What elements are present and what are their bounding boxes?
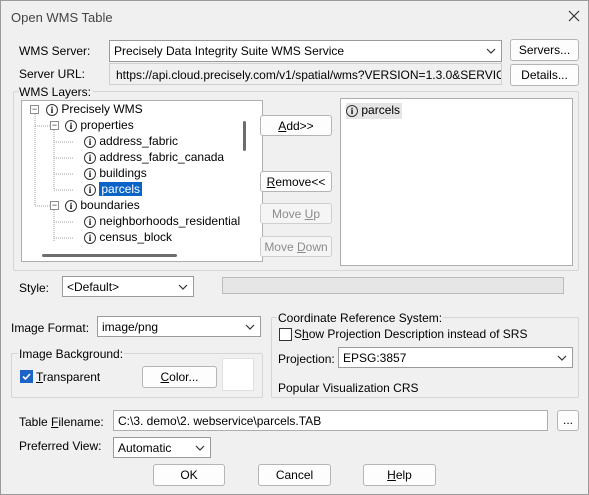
preferred-view-label: Preferred View: <box>19 439 102 453</box>
style-label: Style: <box>19 281 50 295</box>
browse-button[interactable]: ... <box>557 410 579 431</box>
info-icon: i <box>46 103 58 116</box>
list-item-label: parcels <box>361 103 401 117</box>
add-layer-button[interactable]: Add>> <box>260 115 332 136</box>
chevron-down-icon <box>195 445 205 451</box>
table-filename-field[interactable]: C:\3. demo\2. webservice\parcels.TAB <box>113 410 548 431</box>
help-button[interactable]: Help <box>363 464 436 486</box>
tree-item-label: address_fabric <box>99 134 179 148</box>
tree-item[interactable]: i address_fabric_canada <box>84 150 224 166</box>
preferred-view-value: Automatic <box>118 441 172 455</box>
transparent-checkbox[interactable] <box>20 370 33 383</box>
crs-label: Coordinate Reference System: <box>277 311 444 325</box>
selected-layers-list[interactable]: i parcels <box>340 98 573 266</box>
server-url-value: https://api.cloud.precisely.com/v1/spati… <box>116 68 501 82</box>
show-description-checkbox[interactable] <box>279 328 292 341</box>
dialog-window: Open WMS Table WMS Server: Precisely Dat… <box>0 0 589 495</box>
tree-item-label: Precisely WMS <box>61 102 143 116</box>
info-icon: i <box>84 215 96 228</box>
transparent-label: Transparent <box>36 370 101 384</box>
info-icon: i <box>84 167 96 180</box>
horizontal-scrollbar[interactable] <box>42 254 177 257</box>
tree-item[interactable]: i Precisely WMS <box>46 102 143 118</box>
collapse-toggle[interactable]: − <box>30 105 39 114</box>
layer-tree[interactable]: − − − i Precisely WMS i properties i add… <box>21 100 263 262</box>
window-title: Open WMS Table <box>11 10 113 25</box>
tree-item[interactable]: i census_block <box>84 230 172 246</box>
tree-item[interactable]: i address_fabric <box>84 134 178 150</box>
tree-item-selected[interactable]: i parcels <box>84 182 143 198</box>
move-up-button[interactable]: Move Up <box>260 203 332 224</box>
tree-item[interactable]: i buildings <box>84 166 147 182</box>
info-icon: i <box>346 104 358 117</box>
cancel-button[interactable]: Cancel <box>258 464 331 486</box>
tree-item-label: properties <box>80 118 134 132</box>
server-url-label: Server URL: <box>19 67 86 81</box>
chevron-down-icon <box>557 355 567 361</box>
server-url-field[interactable]: https://api.cloud.precisely.com/v1/spati… <box>109 63 502 85</box>
vertical-scrollbar[interactable] <box>243 121 246 151</box>
collapse-toggle[interactable]: − <box>50 121 59 130</box>
image-background-label: Image Background: <box>18 347 125 361</box>
tree-item[interactable]: i neighborhoods_residential <box>84 214 240 230</box>
info-icon: i <box>65 119 77 132</box>
info-icon: i <box>84 151 96 164</box>
table-filename-label: Table Filename: <box>19 415 104 429</box>
projection-select[interactable]: EPSG:3857 <box>338 347 573 368</box>
collapse-toggle[interactable]: − <box>50 201 59 210</box>
image-format-value: image/png <box>102 320 159 334</box>
wms-server-select[interactable]: Precisely Data Integrity Suite WMS Servi… <box>109 40 502 62</box>
chevron-down-icon <box>178 284 188 290</box>
tree-item-label: address_fabric_canada <box>99 150 225 164</box>
list-item[interactable]: i parcels <box>346 103 403 119</box>
projection-description: Popular Visualization CRS <box>278 381 419 395</box>
table-filename-value: C:\3. demo\2. webservice\parcels.TAB <box>118 414 322 428</box>
tree-item[interactable]: i boundaries <box>65 198 140 214</box>
chevron-down-icon <box>486 48 496 54</box>
progress-bar <box>222 277 564 294</box>
style-value: <Default> <box>67 280 120 294</box>
tree-item-label: neighborhoods_residential <box>99 214 241 228</box>
info-icon: i <box>84 135 96 148</box>
preferred-view-select[interactable]: Automatic <box>113 437 211 458</box>
info-icon: i <box>65 199 77 212</box>
remove-layer-button[interactable]: Remove<< <box>260 171 332 192</box>
show-description-label: Show Projection Description instead of S… <box>294 327 528 341</box>
move-down-button[interactable]: Move Down <box>260 236 332 257</box>
color-swatch <box>222 358 254 391</box>
image-format-label: Image Format: <box>11 321 90 335</box>
info-icon: i <box>84 231 96 244</box>
style-select[interactable]: <Default> <box>62 276 194 297</box>
wms-server-value: Precisely Data Integrity Suite WMS Servi… <box>114 44 345 58</box>
tree-item-label: census_block <box>99 230 173 244</box>
color-button[interactable]: Color... <box>142 366 217 388</box>
details-button[interactable]: Details... <box>510 64 579 86</box>
tree-item[interactable]: i properties <box>65 118 134 134</box>
servers-button[interactable]: Servers... <box>510 39 579 61</box>
close-icon[interactable] <box>565 7 583 25</box>
wms-server-label: WMS Server: <box>19 44 91 58</box>
ok-button[interactable]: OK <box>153 464 225 486</box>
tree-item-label: buildings <box>99 166 147 180</box>
image-format-select[interactable]: image/png <box>97 316 261 337</box>
chevron-down-icon <box>245 324 255 330</box>
tree-item-label: boundaries <box>80 198 140 212</box>
projection-value: EPSG:3857 <box>343 351 407 365</box>
projection-label: Projection: <box>278 352 335 366</box>
checkmark-icon <box>22 373 31 381</box>
info-icon: i <box>84 183 96 196</box>
tree-item-label: parcels <box>99 182 143 196</box>
wms-layers-caption: WMS Layers: <box>19 85 94 99</box>
